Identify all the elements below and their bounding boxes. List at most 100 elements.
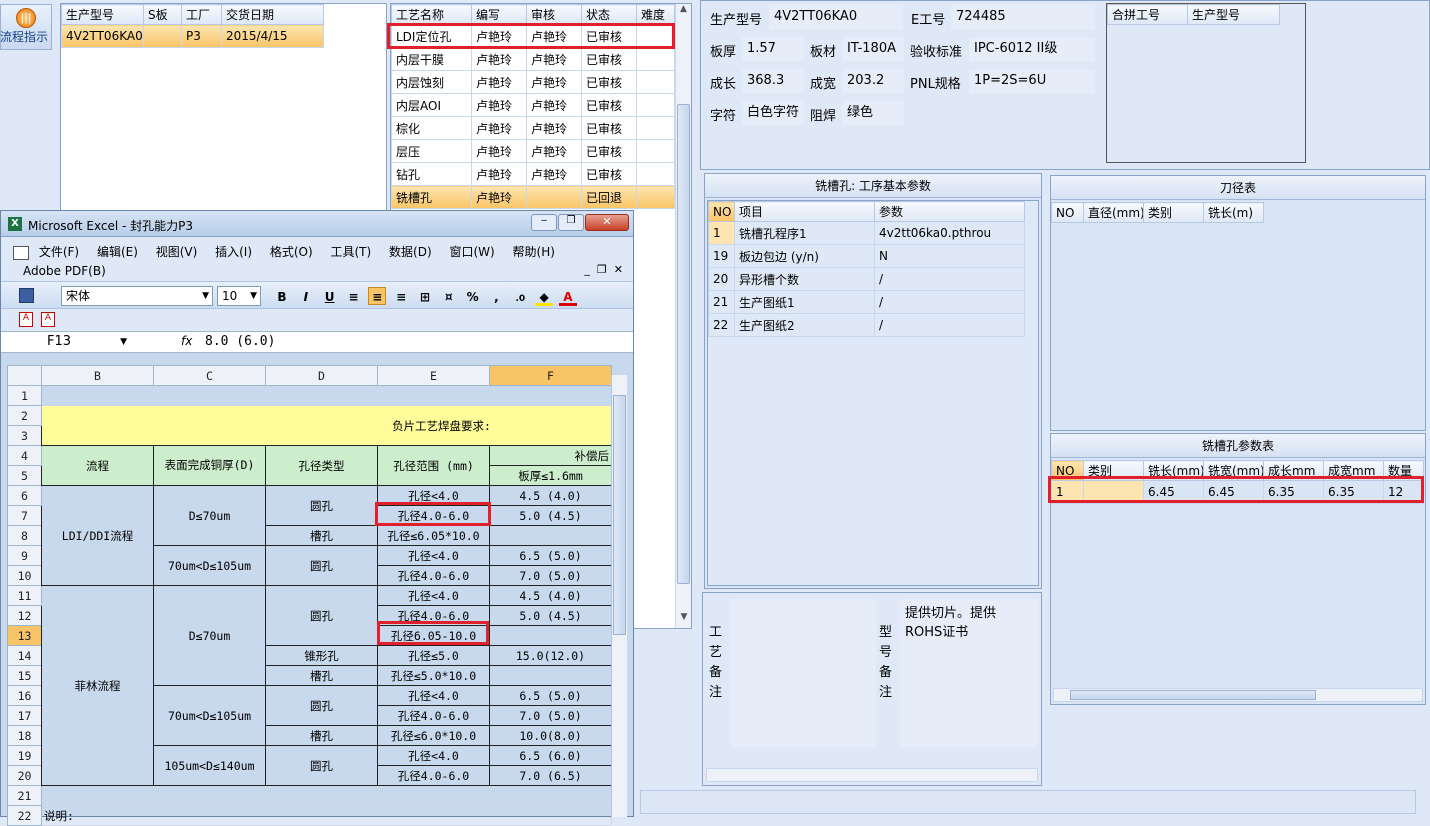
col-difficulty[interactable]: 难度 (636, 4, 675, 25)
col-no[interactable]: NO (708, 201, 735, 222)
col-mill-length[interactable]: 铣长(m) (1203, 202, 1264, 223)
percent-icon[interactable]: % (464, 288, 482, 306)
align-left-icon[interactable]: ≡ (344, 288, 362, 306)
hdr-hole-range[interactable]: 孔径范围 (mm) (377, 445, 490, 486)
col-delivery-date[interactable]: 交货日期 (221, 4, 324, 25)
flow-indicator-button[interactable]: ||| 流程指示 (0, 4, 52, 50)
slot-params-hscrollbar[interactable] (1053, 688, 1423, 702)
col-final-width[interactable]: 成宽mm (1323, 460, 1384, 481)
table-row[interactable]: 棕化 卢艳玲 卢艳玲 已审核 (391, 116, 675, 140)
table-row[interactable]: 层压 卢艳玲 卢艳玲 已审核 (391, 139, 675, 163)
banner-cell[interactable]: 负片工艺焊盘要求: (41, 405, 612, 446)
table-row[interactable]: 19 板边包边 (y/n) N (708, 244, 1025, 268)
col-final-length[interactable]: 成长mm (1263, 460, 1324, 481)
doc-window-controls[interactable]: _ ❐ ✕ (584, 263, 623, 276)
col-mill-length[interactable]: 铣长(mm) (1143, 460, 1204, 481)
table-row[interactable]: 20 异形槽个数 / (708, 267, 1025, 291)
col-header-b[interactable]: B (41, 365, 154, 386)
col-tool-no[interactable]: NO (1051, 202, 1084, 223)
col-no[interactable]: NO (1051, 460, 1084, 481)
underline-button[interactable]: U (321, 288, 339, 306)
col-tool-type[interactable]: 类别 (1143, 202, 1204, 223)
name-box[interactable]: F13 ▼ (9, 333, 129, 352)
excel-titlebar[interactable]: X Microsoft Excel - 封孔能力P3 ‒ ❐ ✕ (1, 211, 633, 237)
formula-input[interactable]: 8.0 (6.0) (205, 334, 275, 349)
col-header-f[interactable]: F (489, 365, 612, 386)
currency-icon[interactable]: ¤ (440, 288, 458, 306)
col-type[interactable]: 类别 (1083, 460, 1144, 481)
field-mask[interactable]: 绿色 (842, 101, 904, 125)
table-row[interactable]: 1 6.45 6.45 6.35 6.35 12 (1051, 480, 1424, 504)
size-select[interactable]: 10 ▼ (217, 286, 261, 306)
minimize-button[interactable]: ‒ (531, 214, 557, 231)
pdf-icon[interactable]: A (19, 312, 33, 327)
selected-cell-f13[interactable] (489, 625, 612, 646)
field-char[interactable]: 白色字符 (742, 101, 804, 125)
font-color-icon[interactable]: A (558, 288, 577, 306)
table-row[interactable]: 内层蚀刻 卢艳玲 卢艳玲 已审核 (391, 70, 675, 94)
process-remark-input[interactable] (730, 599, 876, 747)
doc-icon[interactable] (13, 245, 29, 260)
bold-button[interactable]: B (273, 288, 291, 306)
menu-adobe-pdf[interactable]: Adobe PDF(B) (23, 264, 106, 278)
col-combine-no[interactable]: 合拼工号 (1107, 4, 1188, 25)
table-row[interactable]: 铣槽孔 卢艳玲 已回退 (391, 185, 675, 209)
menu-tools[interactable]: 工具(T) (331, 245, 372, 259)
field-pnl[interactable]: 1P=2S=6U (969, 69, 1095, 93)
menu-window[interactable]: 窗口(W) (449, 245, 494, 259)
font-select[interactable]: 宋体 ▼ (61, 286, 213, 306)
pdf-mail-icon[interactable]: A (41, 312, 55, 327)
table-row[interactable]: 22 生产图纸2/ (708, 313, 1025, 337)
field-thickness[interactable]: 1.57 (742, 37, 804, 61)
field-eno[interactable]: 724485 (951, 5, 1095, 29)
italic-button[interactable]: I (297, 288, 315, 306)
menu-format[interactable]: 格式(O) (270, 245, 313, 259)
menu-help[interactable]: 帮助(H) (513, 245, 555, 259)
align-center-icon[interactable]: ≡ (368, 287, 387, 305)
col-combine-model[interactable]: 生产型号 (1187, 4, 1280, 25)
process-list-scrollbar[interactable]: ▲ ▼ (675, 4, 691, 628)
scroll-down-icon[interactable]: ▼ (676, 612, 692, 628)
col-writer[interactable]: 编写 (471, 4, 527, 25)
field-length[interactable]: 368.3 (742, 69, 804, 93)
merge-center-icon[interactable]: ⊞ (416, 288, 434, 306)
hdr-compensation[interactable]: 补偿后 (489, 445, 612, 466)
col-process-name[interactable]: 工艺名称 (391, 4, 472, 25)
field-width[interactable]: 203.2 (842, 69, 904, 93)
menu-data[interactable]: 数据(D) (389, 245, 432, 259)
field-standard[interactable]: IPC-6012 II级 (969, 37, 1095, 61)
scroll-thumb[interactable] (677, 104, 690, 584)
hdr-flow[interactable]: 流程 (41, 445, 154, 486)
flow-ldi[interactable]: LDI/DDI流程 (41, 485, 154, 586)
hdr-thickness[interactable]: 表面完成铜厚(D) (153, 445, 266, 486)
table-row[interactable]: LDI定位孔 卢艳玲 卢艳玲 已审核 (391, 24, 675, 48)
comma-icon[interactable]: , (487, 288, 505, 306)
menu-insert[interactable]: 插入(I) (215, 245, 252, 259)
field-material[interactable]: IT-180A (842, 37, 904, 61)
col-s-board[interactable]: S板 (143, 4, 182, 25)
close-button[interactable]: ✕ (585, 214, 629, 231)
col-model[interactable]: 生产型号 (61, 4, 144, 25)
table-row[interactable]: 4V2TT06KA0 P3 2015/4/15 (61, 24, 324, 48)
menu-view[interactable]: 视图(V) (156, 245, 198, 259)
table-row[interactable]: 钻孔 卢艳玲 卢艳玲 已审核 (391, 162, 675, 186)
scroll-up-icon[interactable]: ▲ (676, 4, 691, 20)
model-remark-input[interactable]: 提供切片。提供ROHS证书 (900, 599, 1038, 747)
col-reviewer[interactable]: 审核 (526, 4, 582, 25)
flow-film[interactable]: 菲林流程 (41, 585, 154, 786)
table-row[interactable]: 21 生产图纸1/ (708, 290, 1025, 314)
remarks-hscrollbar[interactable] (706, 768, 1038, 782)
table-row[interactable]: 内层AOI 卢艳玲 卢艳玲 已审核 (391, 93, 675, 117)
col-item[interactable]: 项目 (734, 201, 875, 222)
hdr-comp-sub[interactable]: 板厚≤1.6mm (489, 465, 612, 486)
hdr-hole-type[interactable]: 孔径类型 (265, 445, 378, 486)
col-status[interactable]: 状态 (581, 4, 637, 25)
menu-edit[interactable]: 编辑(E) (97, 245, 138, 259)
increase-decimal-icon[interactable]: .0 (511, 290, 529, 308)
maximize-button[interactable]: ❐ (558, 214, 584, 231)
excel-sheet[interactable]: B C D E F 1 2 负片工艺焊盘要求: 3 4 流程 表面完成铜厚(D) … (7, 365, 612, 826)
field-model[interactable]: 4V2TT06KA0 (769, 5, 903, 29)
table-row[interactable]: 内层干膜 卢艳玲 卢艳玲 已审核 (391, 47, 675, 71)
excel-vscrollbar[interactable] (611, 375, 627, 817)
save-icon[interactable] (19, 288, 34, 303)
